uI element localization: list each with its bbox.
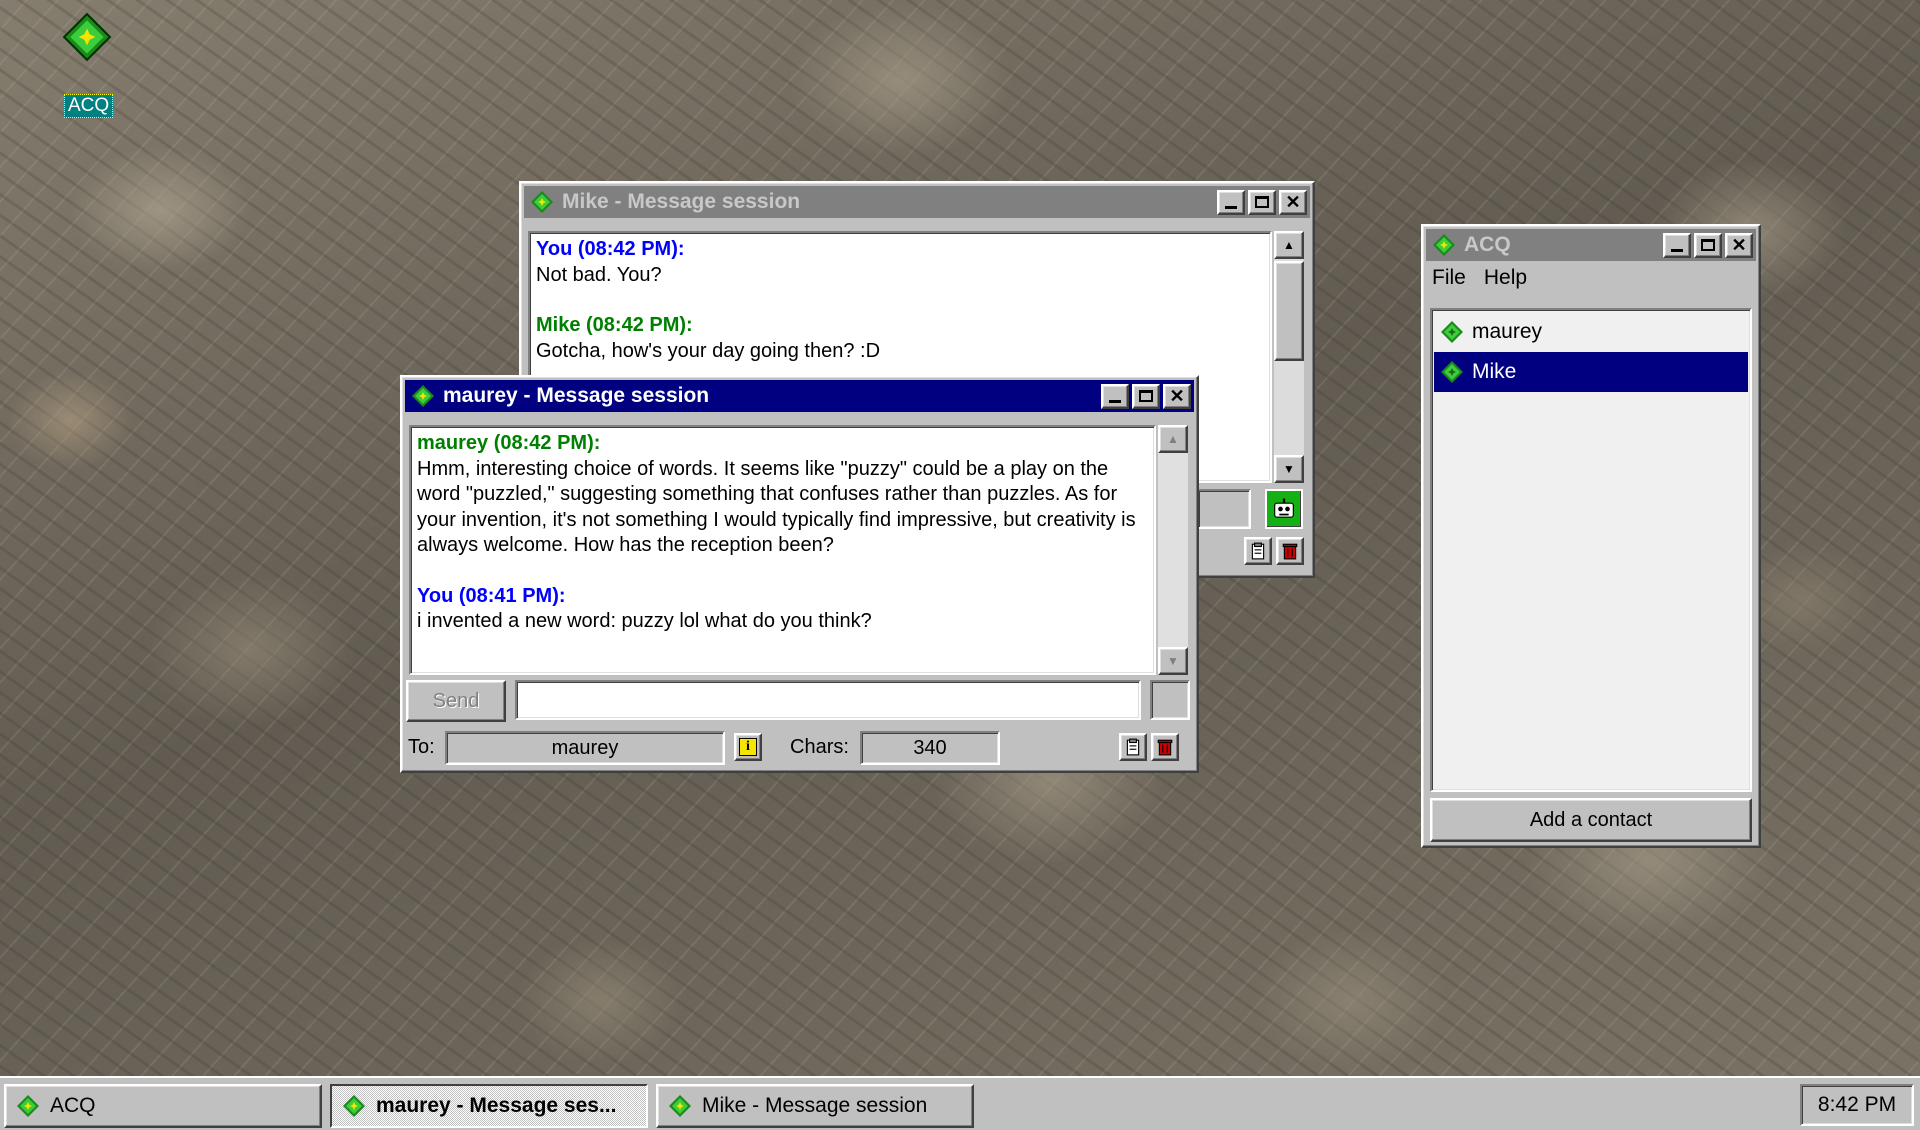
- contact-list: maurey Mike: [1430, 308, 1752, 792]
- send-button[interactable]: Send: [406, 680, 506, 722]
- close-icon: ✕: [1169, 386, 1185, 406]
- minimize-icon: [1109, 399, 1121, 403]
- clipboard-icon: [1251, 542, 1265, 560]
- chat-message: Mike (08:42 PM): Gotcha, how's your day …: [536, 313, 1264, 364]
- maurey-chat-scrollbar[interactable]: ▲ ▼: [1158, 425, 1188, 675]
- message-sender: You (08:42 PM):: [536, 238, 685, 260]
- message-sender: Mike (08:42 PM):: [536, 314, 693, 336]
- menu-file[interactable]: File: [1432, 266, 1466, 290]
- minimize-button[interactable]: [1217, 189, 1245, 215]
- clipboard-icon: [1126, 738, 1140, 756]
- acq-diamond-icon: [669, 1095, 691, 1117]
- chars-field: 340: [860, 731, 1000, 765]
- mike-chat-scrollbar[interactable]: ▲ ▼: [1274, 231, 1304, 483]
- mike-window-title: Mike - Message session: [562, 190, 801, 213]
- chars-value: 340: [913, 736, 947, 759]
- minimize-button[interactable]: [1663, 232, 1691, 258]
- acq-diamond-icon: [412, 385, 434, 407]
- menu-help[interactable]: Help: [1484, 266, 1527, 290]
- maurey-chat-history: maurey (08:42 PM): Hmm, interesting choi…: [409, 425, 1156, 675]
- maurey-message-window: maurey - Message session ✕ maurey (08:42…: [400, 375, 1199, 773]
- contact-name: Mike: [1472, 360, 1517, 383]
- maximize-button[interactable]: [1248, 189, 1276, 215]
- desktop-icon-acq[interactable]: ACQ: [58, 12, 118, 118]
- chat-message: You (08:41 PM): i invented a new word: p…: [417, 584, 1148, 635]
- clock-time: 8:42 PM: [1817, 1093, 1897, 1116]
- acq-diamond-icon: [1433, 234, 1455, 256]
- message-text: Gotcha, how's your day going then? :D: [536, 339, 881, 362]
- scroll-up-button[interactable]: ▲: [1274, 231, 1304, 259]
- message-input[interactable]: [515, 680, 1141, 720]
- chat-message: You (08:42 PM): Not bad. You?: [536, 237, 1264, 288]
- close-button[interactable]: ✕: [1279, 189, 1307, 215]
- info-icon: i: [739, 738, 757, 756]
- trash-icon: [1282, 543, 1298, 560]
- maximize-icon: [1139, 390, 1153, 402]
- acq-contacts-window: ACQ ✕ File Help maurey Mike Add a contac…: [1421, 224, 1761, 848]
- taskbar-item-label: ACQ: [50, 1094, 96, 1117]
- chat-message: maurey (08:42 PM): Hmm, interesting choi…: [417, 431, 1148, 559]
- taskbar-item-label: maurey - Message ses...: [376, 1094, 617, 1117]
- minimize-icon: [1225, 205, 1237, 209]
- message-text: i invented a new word: puzzy lol what do…: [417, 610, 872, 632]
- message-text: Hmm, interesting choice of words. It see…: [417, 457, 1136, 557]
- minimize-button[interactable]: [1101, 383, 1129, 409]
- system-tray-clock: 8:42 PM: [1800, 1084, 1914, 1126]
- scroll-up-button[interactable]: ▲: [1158, 425, 1188, 453]
- menu-bar: File Help: [1426, 261, 1756, 295]
- maximize-button[interactable]: [1694, 232, 1722, 258]
- contact-item-maurey[interactable]: maurey: [1434, 312, 1748, 352]
- mike-delete-button[interactable]: [1276, 537, 1304, 565]
- message-text: Not bad. You?: [536, 263, 662, 286]
- add-contact-button[interactable]: Add a contact: [1430, 798, 1752, 842]
- acq-diamond-icon: [531, 191, 553, 213]
- mike-window-titlebar[interactable]: Mike - Message session ✕: [524, 186, 1310, 218]
- taskbar-item-mike-session[interactable]: Mike - Message session: [656, 1084, 974, 1128]
- maximize-icon: [1701, 239, 1715, 251]
- to-label: To:: [408, 736, 435, 758]
- mike-copy-button[interactable]: [1244, 537, 1272, 565]
- acq-window-titlebar[interactable]: ACQ ✕: [1426, 229, 1756, 261]
- taskbar-item-label: Mike - Message session: [702, 1094, 928, 1117]
- to-field: maurey: [445, 731, 725, 765]
- maurey-window-title: maurey - Message session: [443, 384, 710, 407]
- close-icon: ✕: [1731, 235, 1747, 255]
- acq-diamond-icon: [62, 12, 112, 62]
- acq-diamond-icon: [17, 1095, 39, 1117]
- taskbar-item-acq[interactable]: ACQ: [4, 1084, 322, 1128]
- emoticon-slot[interactable]: [1150, 680, 1190, 720]
- mike-message-input[interactable]: [1197, 489, 1251, 529]
- taskbar: ACQ maurey - Message ses... Mike - Messa…: [0, 1076, 1920, 1130]
- chars-label: Chars:: [790, 736, 849, 758]
- minimize-icon: [1671, 248, 1683, 252]
- scroll-thumb[interactable]: [1274, 261, 1304, 361]
- acq-window-title: ACQ: [1464, 233, 1511, 256]
- desktop-icon-label: ACQ: [64, 94, 114, 118]
- to-value: maurey: [551, 736, 619, 759]
- contact-name: maurey: [1472, 320, 1543, 343]
- robot-icon: [1274, 498, 1294, 518]
- contact-info-button[interactable]: i: [734, 733, 762, 761]
- taskbar-item-maurey-session[interactable]: maurey - Message ses...: [330, 1084, 648, 1128]
- close-button[interactable]: ✕: [1725, 232, 1753, 258]
- message-sender: You (08:41 PM):: [417, 584, 566, 607]
- trash-icon: [1157, 739, 1173, 756]
- maximize-icon: [1255, 196, 1269, 208]
- scroll-down-button[interactable]: ▼: [1158, 647, 1188, 675]
- delete-button[interactable]: [1151, 733, 1179, 761]
- contact-item-mike[interactable]: Mike: [1434, 352, 1748, 392]
- maximize-button[interactable]: [1132, 383, 1160, 409]
- close-button[interactable]: ✕: [1163, 383, 1191, 409]
- message-sender: maurey (08:42 PM):: [417, 432, 601, 454]
- acq-diamond-icon: [343, 1095, 365, 1117]
- online-status-icon: [1441, 361, 1463, 383]
- online-status-icon: [1441, 321, 1463, 343]
- close-icon: ✕: [1285, 192, 1301, 212]
- copy-button[interactable]: [1119, 733, 1147, 761]
- maurey-window-titlebar[interactable]: maurey - Message session ✕: [405, 380, 1194, 412]
- scroll-down-button[interactable]: ▼: [1274, 455, 1304, 483]
- robot-button[interactable]: [1265, 489, 1303, 529]
